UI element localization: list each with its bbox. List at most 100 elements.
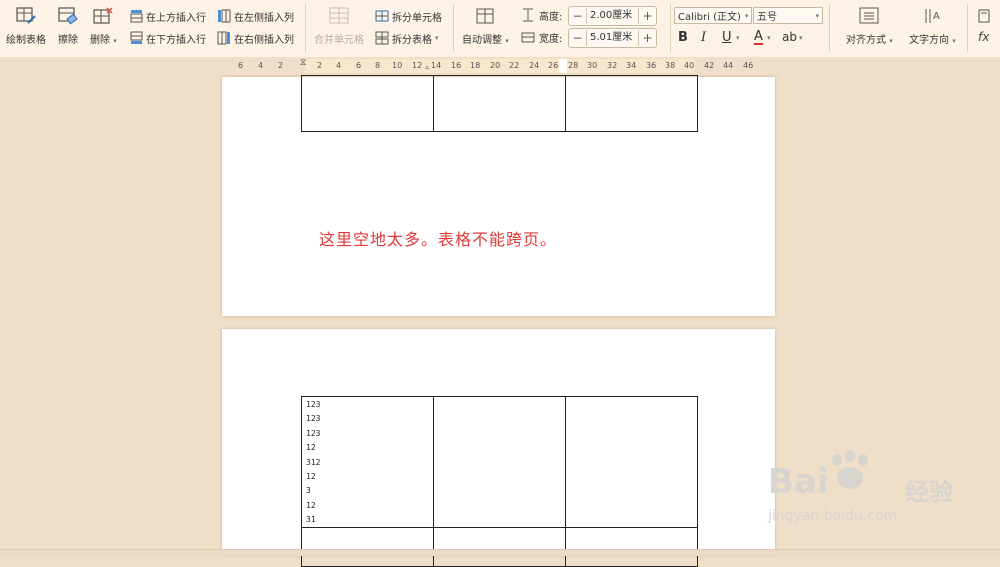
document-page[interactable]: 123 123 123 12 312 12 3 12 31 <box>222 329 775 567</box>
ribbon-divider <box>670 4 671 52</box>
row-height-stepper[interactable]: − 2.00厘米 + <box>568 6 657 26</box>
font-size-value: 五号 <box>757 12 777 23</box>
baidu-watermark: Bai 经验 jingyan.baidu.com <box>765 450 995 530</box>
merge-cells-icon <box>328 6 350 26</box>
height-label: 高度: <box>539 11 563 23</box>
align-button[interactable]: 对齐方式 ▾ <box>846 0 893 46</box>
cell-line: 123 <box>306 400 321 409</box>
split-table-button[interactable]: 拆分表格 ▾ <box>375 30 439 46</box>
merge-cells-button[interactable]: 合并单元格 <box>314 0 364 46</box>
ruler-tick: 6 <box>356 61 362 70</box>
font-size-select[interactable]: 五号 ▾ <box>753 7 823 24</box>
ruler-tick: 10 <box>392 61 403 70</box>
horizontal-ruler[interactable]: 6 4 2 ⧖ 2 4 6 8 10 12 ▵ 14 16 18 20 22 2… <box>0 57 1000 76</box>
annotation-note: 这里空地太多。表格不能跨页。 <box>319 230 558 249</box>
align-dropdown-caret: ▾ <box>889 37 893 45</box>
document-page[interactable]: 这里空地太多。表格不能跨页。 <box>222 75 775 316</box>
insert-row-below-label: 在下方插入行 <box>146 34 206 46</box>
ruler-tick: 2 <box>317 61 323 70</box>
cell-line: 12 <box>306 472 316 482</box>
auto-fit-text: 自动调整 <box>462 35 502 46</box>
highlight-button[interactable]: ab <box>782 30 797 44</box>
ruler-tick: 46 <box>743 61 754 70</box>
bold-button[interactable]: B <box>678 30 688 45</box>
ruler-tick: 42 <box>704 61 715 70</box>
text-direction-icon: A <box>921 6 943 26</box>
delete-button[interactable]: 删除 ▾ <box>90 0 117 46</box>
insert-col-right-label: 在右侧插入列 <box>234 34 294 46</box>
draw-table-button[interactable]: 绘制表格 <box>6 0 46 46</box>
erase-label: 擦除 <box>58 35 78 46</box>
cell-line: 123 <box>306 428 321 438</box>
table-cell[interactable] <box>301 396 434 528</box>
insert-col-left-label: 在左侧插入列 <box>234 12 294 24</box>
insert-row-above-label: 在上方插入行 <box>146 12 206 24</box>
row-height-increment[interactable]: + <box>639 8 656 24</box>
calculator-icon[interactable] <box>978 8 990 27</box>
insert-row-above-button[interactable]: 在上方插入行 <box>129 8 206 24</box>
italic-button[interactable]: I <box>701 30 706 45</box>
table-cell[interactable] <box>433 75 566 132</box>
column-marker[interactable]: ▵ <box>425 62 429 71</box>
watermark-brand: Bai <box>768 462 829 502</box>
align-text: 对齐方式 <box>846 35 886 46</box>
erase-button[interactable]: 擦除 <box>57 0 79 46</box>
ruler-tick: 8 <box>375 61 381 70</box>
highlight-dropdown-caret[interactable]: ▾ <box>799 34 803 42</box>
insert-col-left-button[interactable]: 在左侧插入列 <box>217 8 294 24</box>
font-name-select[interactable]: Calibri (正文) ▾ <box>674 7 752 24</box>
table-tools-ribbon: 绘制表格 擦除 删除 ▾ 在上方插入行 在下方插入行 在左侧插入列 在右侧插入列… <box>0 0 1000 58</box>
first-line-indent-marker[interactable]: ⧖ <box>300 58 306 68</box>
split-table-label: 拆分表格 <box>392 34 432 46</box>
watermark-brand-cn: 经验 <box>905 478 953 506</box>
font-color-button[interactable]: A <box>754 30 763 45</box>
col-width-decrement[interactable]: − <box>569 30 586 46</box>
font-color-dropdown-caret[interactable]: ▾ <box>767 34 771 42</box>
row-height-input[interactable]: 2.00厘米 <box>586 8 639 24</box>
table-cell[interactable] <box>565 396 698 528</box>
text-direction-button[interactable]: A 文字方向 ▾ <box>909 0 956 46</box>
delete-text: 删除 <box>90 35 110 46</box>
table-cell[interactable] <box>433 527 566 567</box>
table-cell[interactable] <box>565 75 698 132</box>
table-cell[interactable] <box>301 527 434 567</box>
row-height-decrement[interactable]: − <box>569 8 586 24</box>
insert-col-right-icon <box>217 31 231 45</box>
split-cells-label: 拆分单元格 <box>392 12 442 24</box>
ribbon-divider <box>305 4 306 52</box>
ruler-tick: 16 <box>451 61 462 70</box>
ruler-tick: 40 <box>684 61 695 70</box>
split-table-icon <box>375 31 389 45</box>
draw-table-label: 绘制表格 <box>6 35 46 46</box>
cell-line: 312 <box>306 457 321 467</box>
draw-table-icon <box>15 6 37 26</box>
col-width-stepper[interactable]: − 5.01厘米 + <box>568 28 657 48</box>
row-height-icon <box>521 7 535 26</box>
ruler-tick: 14 <box>431 61 442 70</box>
underline-dropdown-caret[interactable]: ▾ <box>736 34 740 42</box>
insert-col-right-button[interactable]: 在右侧插入列 <box>217 30 294 46</box>
col-width-input[interactable]: 5.01厘米 <box>586 30 639 46</box>
split-cells-button[interactable]: 拆分单元格 <box>375 8 442 24</box>
font-name-value: Calibri (正文) <box>678 12 741 23</box>
text-direction-dropdown-caret: ▾ <box>952 37 956 45</box>
cell-line: 12 <box>306 443 316 453</box>
cell-line: 123 <box>306 414 321 424</box>
formula-icon[interactable]: fx <box>978 30 989 44</box>
ruler-tick: 44 <box>723 61 734 70</box>
delete-dropdown-caret: ▾ <box>113 37 117 45</box>
align-icon <box>858 6 880 26</box>
ruler-tick: 32 <box>607 61 618 70</box>
text-direction-text: 文字方向 <box>909 35 949 46</box>
auto-fit-button[interactable]: 自动调整 ▾ <box>462 0 509 46</box>
column-marker[interactable] <box>559 59 567 73</box>
table-cell[interactable] <box>565 527 698 567</box>
insert-row-below-button[interactable]: 在下方插入行 <box>129 30 206 46</box>
table-cell[interactable] <box>301 75 434 132</box>
table-cell[interactable] <box>433 396 566 528</box>
ruler-tick: 24 <box>529 61 540 70</box>
col-width-increment[interactable]: + <box>639 30 656 46</box>
cell-line: 31 <box>306 515 316 525</box>
underline-button[interactable]: U <box>722 30 732 45</box>
merge-cells-label: 合并单元格 <box>314 35 364 46</box>
